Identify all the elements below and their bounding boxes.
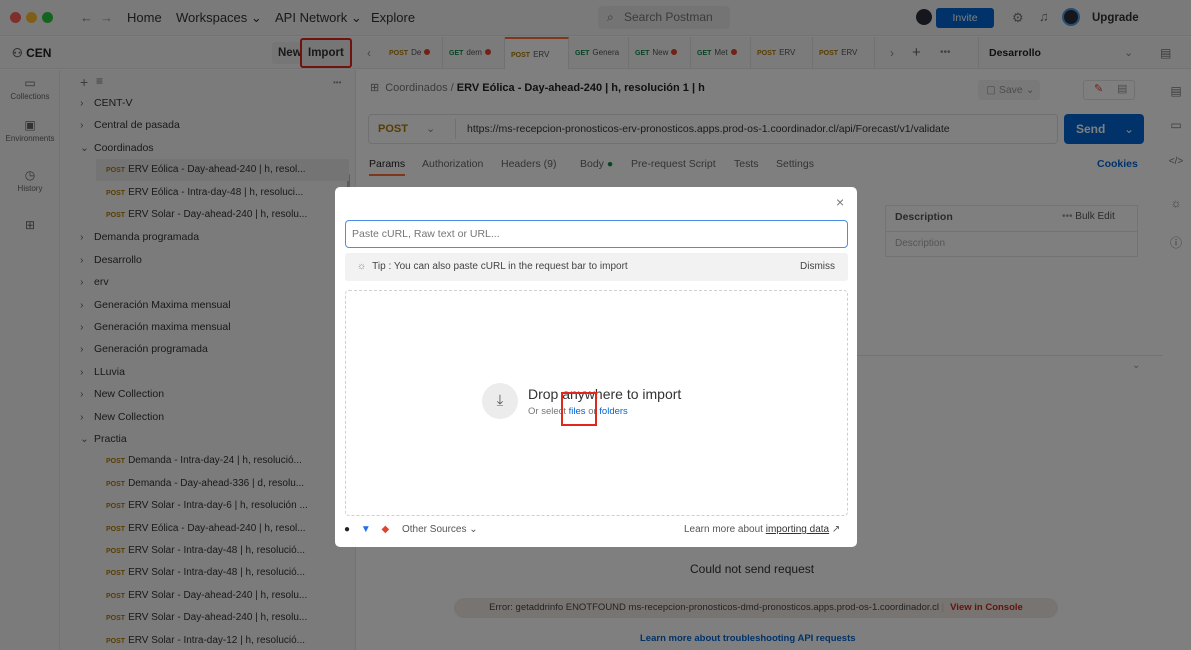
lightbulb-icon: ☼	[357, 261, 367, 272]
tip-text: Tip : You can also paste cURL in the req…	[372, 261, 628, 272]
other-sources-row: ● ▼ ◆ Other Sources ⌄	[344, 524, 478, 538]
bitbucket-icon[interactable]: ▼	[361, 524, 371, 535]
external-link-icon: ↗	[831, 524, 841, 535]
close-icon[interactable]: ×	[836, 194, 844, 210]
highlight-box	[561, 392, 597, 426]
paste-import-input[interactable]	[345, 220, 848, 248]
importing-data-link[interactable]: importing data	[766, 524, 829, 535]
tip-banner: ☼ Tip : You can also paste cURL in the re…	[345, 253, 848, 281]
other-sources-label: Other Sources	[402, 524, 467, 535]
dismiss-tip-button[interactable]: Dismiss	[800, 253, 835, 281]
other-sources-dropdown[interactable]: Other Sources ⌄	[402, 524, 478, 535]
learn-importing-link[interactable]: Learn more about importing data ↗	[684, 524, 840, 535]
gitlab-icon[interactable]: ◆	[382, 524, 390, 535]
import-download-icon: ⤓	[482, 383, 518, 419]
drop-title: Drop anywhere to import	[528, 386, 682, 402]
github-icon[interactable]: ●	[344, 524, 350, 535]
learn-prefix: Learn more about	[684, 524, 763, 535]
select-folders-link[interactable]: folders	[599, 406, 628, 417]
